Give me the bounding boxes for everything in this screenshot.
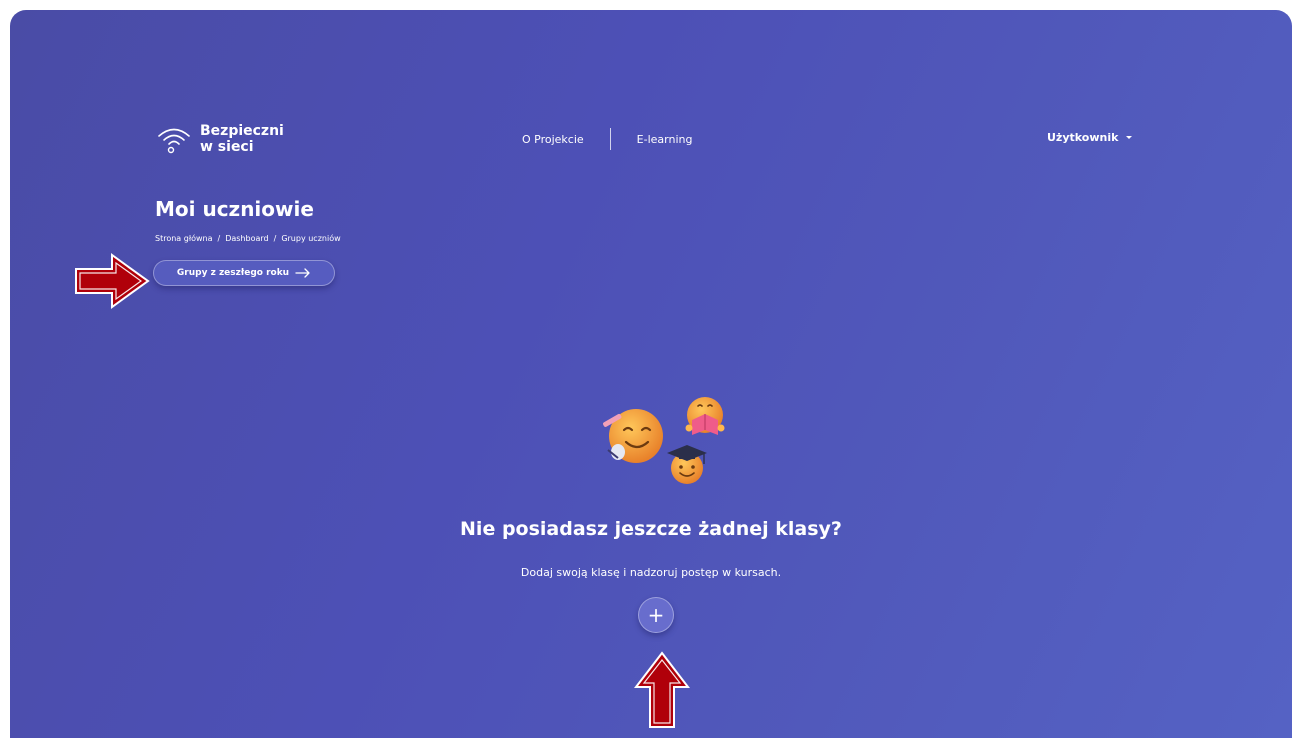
empty-state-title: Nie posiadasz jeszcze żadnej klasy? [460,518,842,540]
brand-name: Bezpieczni w sieci [200,123,284,155]
user-menu-label: Użytkownik [1047,131,1119,144]
breadcrumb-dashboard[interactable]: Dashboard [225,234,268,243]
breadcrumb-home[interactable]: Strona główna [155,234,213,243]
graduate-emoji-icon [667,445,707,484]
plus-icon: + [647,603,665,627]
last-year-groups-button[interactable]: Grupy z zeszłego roku [153,260,335,286]
red-arrow-right-icon [75,253,150,309]
nav-link-o-projekcie[interactable]: O Projekcie [522,133,584,146]
page-title: Moi uczniowie [155,197,314,221]
breadcrumb: Strona główna / Dashboard / Grupy ucznió… [155,234,341,243]
reading-emoji-icon [685,397,725,435]
nav-divider [609,128,611,150]
empty-state-subtitle: Dodaj swoją klasę i nadzoruj postęp w ku… [520,566,782,579]
user-menu[interactable]: Użytkownik [1047,131,1133,144]
wifi-icon [158,128,190,154]
arrow-right-icon [295,268,310,278]
add-class-button[interactable]: + [638,597,674,633]
smiling-emoji-icon [603,409,663,463]
brand-name-line1: Bezpieczni [200,123,284,139]
brand-name-line2: w sieci [200,139,254,155]
brand-logo[interactable]: Bezpieczni w sieci [156,121,284,157]
breadcrumb-current: Grupy uczniów [281,234,341,243]
app-frame: Bezpieczni w sieci O Projekcie E-learnin… [10,10,1292,738]
emoji-students-illustration [603,397,725,484]
red-arrow-up-icon [634,651,690,728]
last-year-groups-label: Grupy z zeszłego roku [176,268,290,278]
nav-link-e-learning[interactable]: E-learning [637,133,693,146]
breadcrumb-separator: / [273,234,277,243]
main-nav: O Projekcie E-learning [522,128,692,150]
chevron-down-icon [1126,136,1133,139]
breadcrumb-separator: / [217,234,221,243]
